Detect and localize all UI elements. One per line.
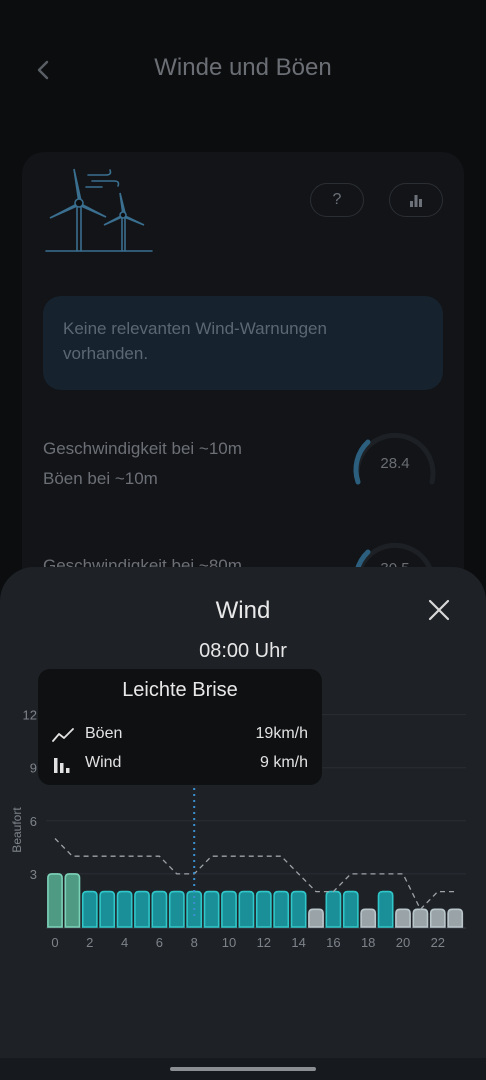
close-button[interactable]: [424, 595, 454, 625]
tooltip-gust-row: Böen 19km/h: [52, 723, 308, 747]
wind-bar: [395, 908, 411, 928]
home-indicator[interactable]: [170, 1067, 316, 1071]
y-tick-label: 6: [30, 814, 37, 829]
x-tick-label: 0: [51, 935, 58, 950]
warning-box: Keine relevanten Wind-Warnungen vorhande…: [43, 296, 443, 390]
wind-bar: [203, 890, 220, 928]
chart-tooltip: Leichte Brise Böen 19km/h Wind 9 km/h: [38, 669, 322, 785]
sheet-title: Wind: [215, 597, 271, 624]
speed-10m-label: Geschwindigkeit bei ~10m: [43, 439, 242, 458]
tooltip-wind-row: Wind 9 km/h: [52, 752, 308, 776]
wind-bar: [134, 890, 150, 928]
wind-bar: [238, 890, 255, 928]
close-icon: [428, 599, 450, 621]
y-tick-label: 12: [23, 708, 37, 723]
wind-bar: [360, 908, 377, 928]
x-tick-label: 6: [156, 935, 163, 950]
wind-bar: [151, 890, 168, 928]
warning-text: Keine relevanten Wind-Warnungen: [63, 319, 327, 338]
y-axis-label: Beaufort: [10, 807, 24, 853]
wind-bar: [342, 890, 359, 928]
x-tick-label: 12: [257, 935, 271, 950]
y-tick-label: 3: [30, 867, 37, 882]
wind-bar: [81, 890, 98, 928]
wind-bar: [64, 873, 81, 928]
wind-bar: [99, 890, 116, 928]
wind-turbines-icon: [45, 168, 153, 252]
bar-chart-icon: [410, 194, 422, 207]
wind-bar: [325, 890, 342, 928]
x-tick-label: 4: [121, 935, 128, 950]
wind-bar: [377, 890, 394, 928]
x-tick-label: 14: [291, 935, 305, 950]
x-tick-label: 22: [431, 935, 445, 950]
x-tick-label: 16: [326, 935, 340, 950]
bar-chart-icon: [54, 758, 70, 773]
x-tick-label: 20: [396, 935, 410, 950]
wind-bar: [308, 908, 324, 928]
wind-bar: [221, 890, 237, 928]
x-tick-label: 18: [361, 935, 375, 950]
wind-bar: [116, 890, 133, 928]
wind-bar: [429, 908, 446, 928]
wind-bar: [447, 908, 464, 928]
tooltip-gust-label: Böen: [85, 725, 123, 742]
help-button[interactable]: ?: [310, 183, 364, 217]
chart-button[interactable]: [389, 183, 443, 217]
tooltip-wind-value: 9 km/h: [259, 754, 308, 771]
y-tick-label: 9: [30, 761, 37, 776]
gust-10m-label: Böen bei ~10m: [43, 469, 158, 488]
wind-bar: [255, 890, 272, 928]
tooltip-wind-label: Wind: [85, 754, 122, 771]
wind-bar: [273, 890, 290, 928]
wind-bar: [290, 890, 307, 928]
x-tick-label: 8: [191, 935, 198, 950]
tooltip-title: Leichte Brise: [122, 679, 238, 701]
wind-bar: [168, 890, 185, 928]
trend-line-icon: [52, 728, 74, 742]
selected-time: 08:00 Uhr: [199, 640, 287, 662]
tooltip-gust-value: 19km/h: [255, 725, 308, 742]
warning-text-line2: vorhanden.: [63, 344, 149, 363]
page-title: Winde und Böen: [154, 54, 332, 81]
x-tick-label: 10: [222, 935, 236, 950]
x-tick-label: 2: [86, 935, 93, 950]
wind-bar: [47, 873, 63, 928]
wind-bar: [412, 908, 429, 928]
speed-10m-gauge-value: 28.4: [380, 455, 410, 472]
